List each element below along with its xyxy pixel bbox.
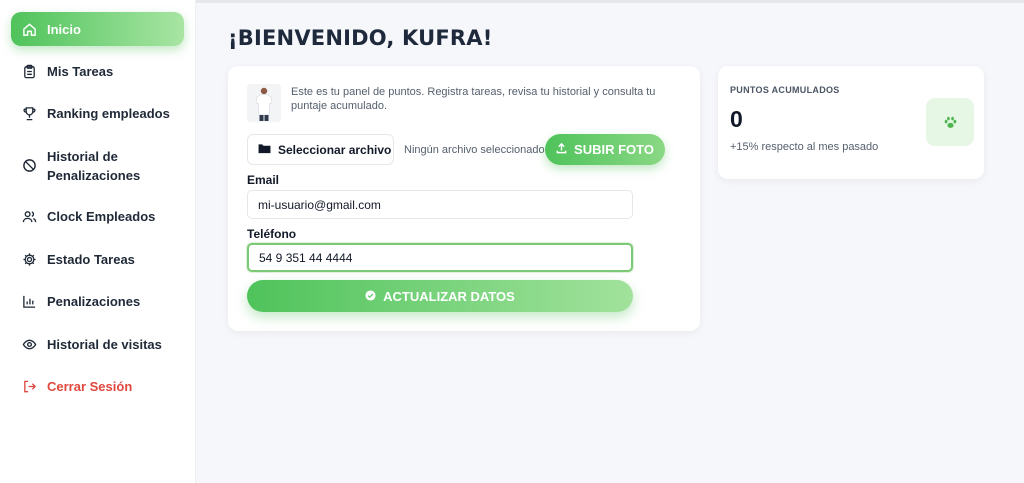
profile-card: Este es tu panel de puntos. Registra tar… [228,66,700,331]
users-icon [22,209,37,224]
sidebar-item-label: Mis Tareas [47,64,114,79]
sidebar: Inicio Mis Tareas Ranking empleados Hist… [0,0,196,483]
sidebar-item-ranking[interactable]: Ranking empleados [11,104,184,123]
select-file-button[interactable]: Seleccionar archivo [247,134,394,165]
folder-icon [258,143,271,157]
sidebar-item-label: Inicio [47,21,81,37]
sidebar-item-label: Penalizaciones [47,294,141,309]
email-label: Email [247,173,280,187]
check-circle-icon [365,289,376,304]
gear-icon [22,252,37,267]
sidebar-item-inicio[interactable]: Inicio [11,12,184,46]
logout-icon [22,379,37,394]
sidebar-item-estado-tareas[interactable]: Estado Tareas [11,250,184,269]
sidebar-item-penalizaciones[interactable]: Penalizaciones [11,292,184,311]
upload-photo-button[interactable]: SUBIR FOTO [545,134,665,165]
sidebar-item-mis-tareas[interactable]: Mis Tareas [11,62,184,81]
bar-chart-icon [22,294,37,309]
points-trend: +15% respecto al mes pasado [730,141,879,153]
page-title: ¡BIENVENIDO, KUFRA! [228,26,493,50]
update-data-button[interactable]: ACTUALIZAR DATOS [247,280,633,312]
eye-icon [22,337,37,352]
sidebar-item-cerrar-sesion[interactable]: Cerrar Sesión [11,377,184,396]
sidebar-item-clock-empleados[interactable]: Clock Empleados [11,207,184,226]
file-status: Ningún archivo seleccionado [404,144,545,156]
home-icon [22,22,37,37]
intro-text: Este es tu panel de puntos. Registra tar… [291,86,656,112]
sidebar-item-label: Clock Empleados [47,209,156,224]
sidebar-item-historial-penalizaciones[interactable]: Historial de Penalizaciones [11,147,184,185]
clipboard-icon [22,64,37,79]
sidebar-item-label: Cerrar Sesión [47,379,133,394]
email-field[interactable] [247,190,633,219]
sidebar-item-historial-visitas[interactable]: Historial de visitas [11,335,184,354]
update-data-label: ACTUALIZAR DATOS [383,288,515,304]
phone-label: Teléfono [247,227,297,241]
points-label: PUNTOS ACUMULADOS [730,85,840,95]
avatar [247,84,281,122]
points-card: PUNTOS ACUMULADOS 0 +15% respecto al mes… [718,66,984,179]
trophy-icon [22,106,37,121]
paw-icon [926,98,974,146]
upload-icon [556,142,567,157]
points-value: 0 [730,106,743,132]
phone-field[interactable] [247,243,633,272]
sidebar-item-label: Historial de Penalizaciones [47,149,141,183]
upload-photo-label: SUBIR FOTO [574,142,654,157]
select-file-label: Seleccionar archivo [278,142,392,157]
sidebar-item-label: Historial de visitas [47,337,162,352]
ban-icon [22,158,37,173]
sidebar-item-label: Ranking empleados [47,106,170,121]
sidebar-item-label: Estado Tareas [47,252,135,267]
